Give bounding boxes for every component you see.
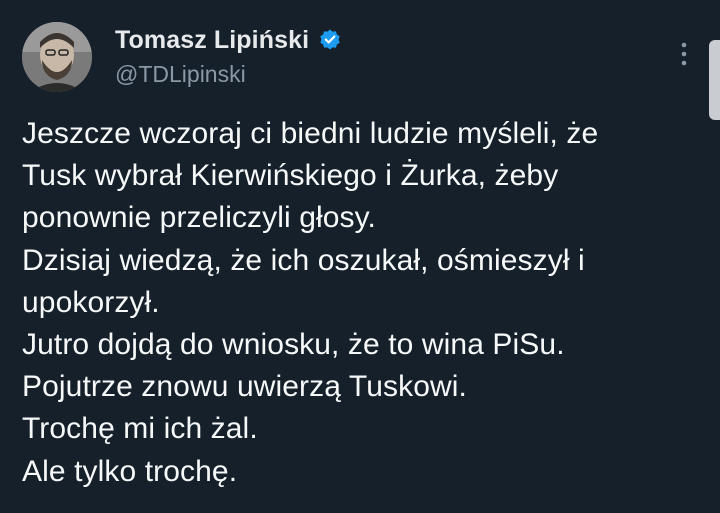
user-handle[interactable]: @TDLipinski: [115, 61, 342, 88]
tweet-text-line: Jutro dojdą do wniosku, że to wina PiSu.: [22, 328, 565, 362]
avatar-image: [22, 22, 92, 92]
tweet-text-line: Pojutrze znowu uwierzą Tuskowi.: [22, 370, 467, 404]
tweet-text-line: ponownie przeliczyli głosy.: [22, 201, 376, 235]
display-name[interactable]: Tomasz Lipiński: [115, 26, 309, 55]
author-block: Tomasz Lipiński @TDLipinski: [115, 25, 342, 88]
name-row: Tomasz Lipiński: [115, 25, 342, 55]
tweet-text-line: Dzisiaj wiedzą, że ich oszukał, ośmieszy…: [22, 243, 585, 277]
tweet-text-line: Jeszcze wczoraj ci biedni ludzie myśleli…: [22, 117, 599, 150]
tweet-card: Tomasz Lipiński @TDLipinski Jeszcze wczo…: [0, 0, 720, 513]
verified-badge-icon: [318, 28, 342, 52]
avatar[interactable]: [22, 22, 92, 92]
tweet-text-line: upokorzył.: [22, 285, 160, 319]
tweet-text-line: Tusk wybrał Kierwińskiego i Żurka, żeby: [22, 159, 559, 193]
scrollbar-thumb[interactable]: [709, 40, 720, 120]
tweet-text-line: Trochę mi ich żal.: [22, 412, 258, 446]
tweet-text: Jeszcze wczoraj ci biedni ludzie myśleli…: [22, 113, 702, 493]
more-options-icon[interactable]: [677, 40, 691, 68]
tweet-text-line: Ale tylko trochę.: [22, 454, 238, 488]
